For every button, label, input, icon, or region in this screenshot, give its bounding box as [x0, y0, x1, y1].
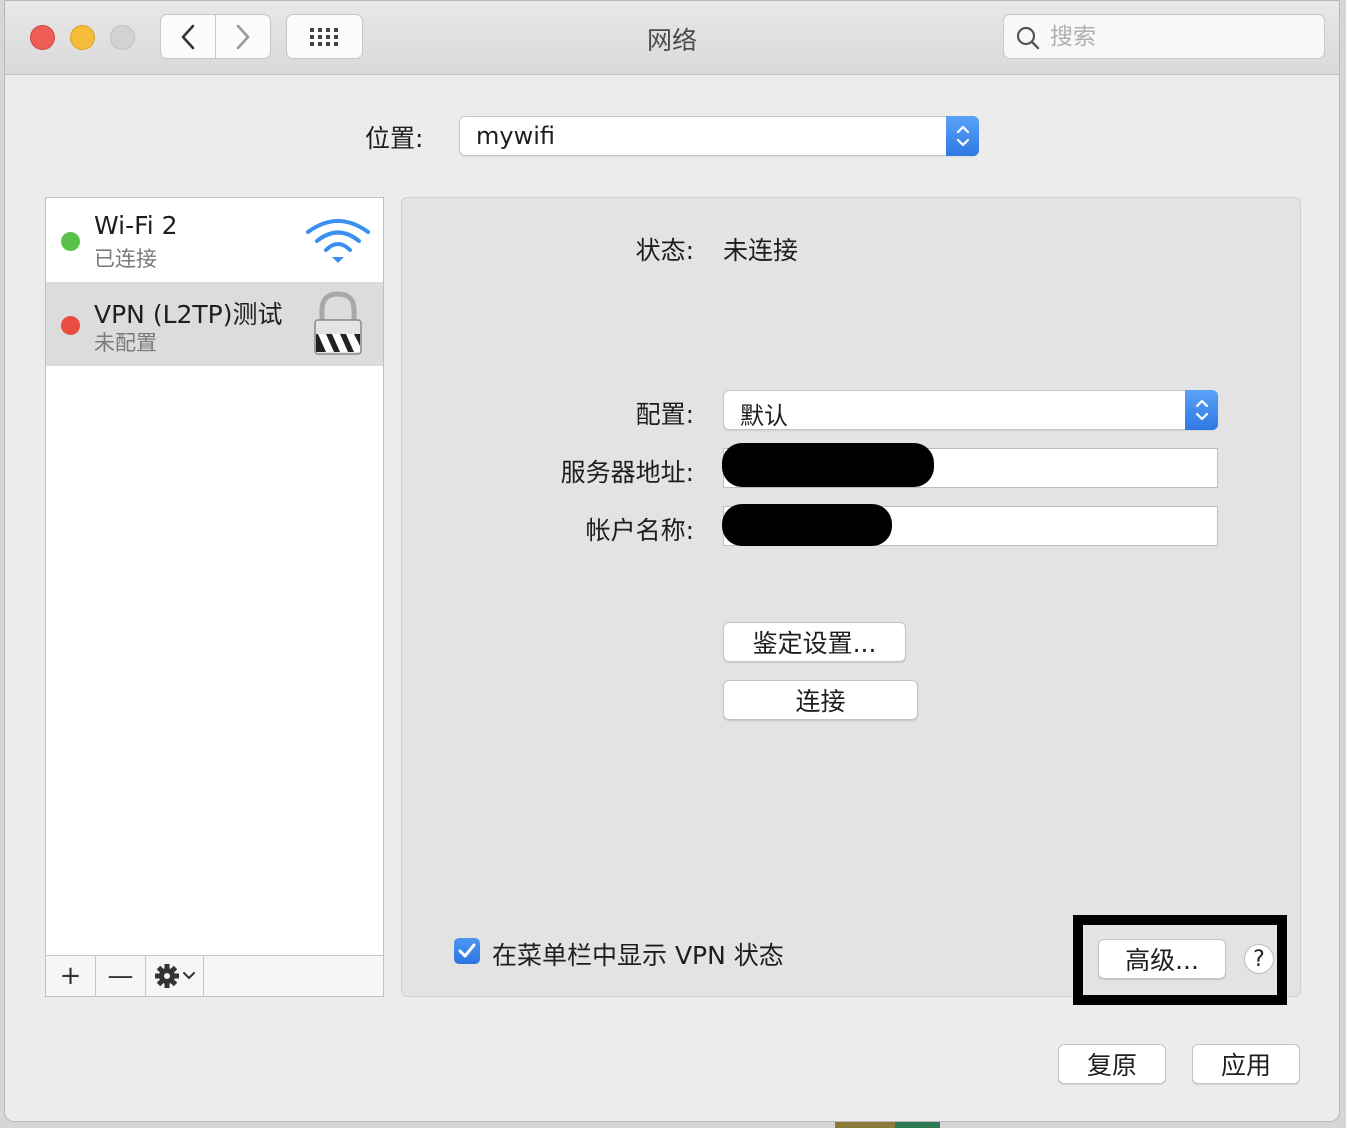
authentication-settings-button[interactable]: 鉴定设置...	[723, 622, 906, 662]
server-address-label: 服务器地址:	[560, 458, 694, 487]
show-vpn-status-checkbox[interactable]	[454, 938, 480, 964]
revert-button[interactable]: 复原	[1058, 1044, 1166, 1084]
account-name-field[interactable]	[722, 504, 1218, 546]
gear-icon	[154, 964, 195, 988]
redaction-mark	[722, 443, 934, 487]
server-address-field[interactable]	[722, 443, 1218, 488]
lock-icon	[314, 291, 362, 355]
wifi-icon	[306, 219, 370, 263]
service-list: Wi-Fi 2 已连接 VPN (L2TP)测试 未配置 + —	[45, 197, 384, 997]
configuration-popup[interactable]: 默认	[723, 390, 1218, 430]
service-name: Wi-Fi 2	[94, 211, 178, 240]
add-service-button[interactable]: +	[46, 956, 96, 996]
status-dot	[61, 316, 80, 335]
status-label: 状态:	[635, 236, 694, 265]
action-menu-button[interactable]	[146, 956, 204, 996]
help-button[interactable]: ?	[1244, 944, 1274, 974]
configuration-value: 默认	[740, 402, 788, 430]
advanced-button[interactable]: 高级...	[1098, 939, 1226, 979]
configuration-label: 配置:	[635, 400, 694, 429]
service-status: 已连接	[94, 247, 157, 271]
service-name: VPN (L2TP)测试	[94, 300, 283, 329]
remove-service-button[interactable]: —	[96, 956, 146, 996]
search-icon	[1016, 26, 1040, 50]
service-item-wifi[interactable]: Wi-Fi 2 已连接	[46, 198, 383, 282]
service-status: 未配置	[94, 331, 157, 355]
location-popup[interactable]: mywifi	[459, 116, 979, 156]
location-value: mywifi	[476, 122, 555, 150]
search-field[interactable]	[1003, 14, 1325, 59]
apply-button[interactable]: 应用	[1192, 1044, 1300, 1084]
search-input[interactable]	[1048, 21, 1312, 53]
connect-button[interactable]: 连接	[723, 680, 918, 720]
popup-stepper-icon	[946, 116, 979, 156]
title-bar: 网络	[5, 1, 1339, 75]
redaction-mark	[722, 504, 892, 546]
network-preferences-window: 网络 位置: mywifi Wi-Fi 2 已连接	[4, 0, 1340, 1122]
checkmark-icon	[458, 943, 476, 958]
service-item-vpn[interactable]: VPN (L2TP)测试 未配置	[46, 282, 383, 366]
account-name-label: 帐户名称:	[585, 516, 694, 545]
vpn-detail-panel: 状态: 未连接 配置: 默认 服务器地址: 帐户名称: 鉴定设置... 连接 在…	[401, 197, 1301, 997]
service-list-toolbar: + —	[46, 955, 383, 996]
show-vpn-status-label: 在菜单栏中显示 VPN 状态	[492, 941, 784, 970]
status-dot	[61, 232, 80, 251]
status-value: 未连接	[723, 236, 799, 265]
location-label: 位置:	[365, 124, 424, 153]
popup-stepper-icon	[1185, 390, 1218, 430]
